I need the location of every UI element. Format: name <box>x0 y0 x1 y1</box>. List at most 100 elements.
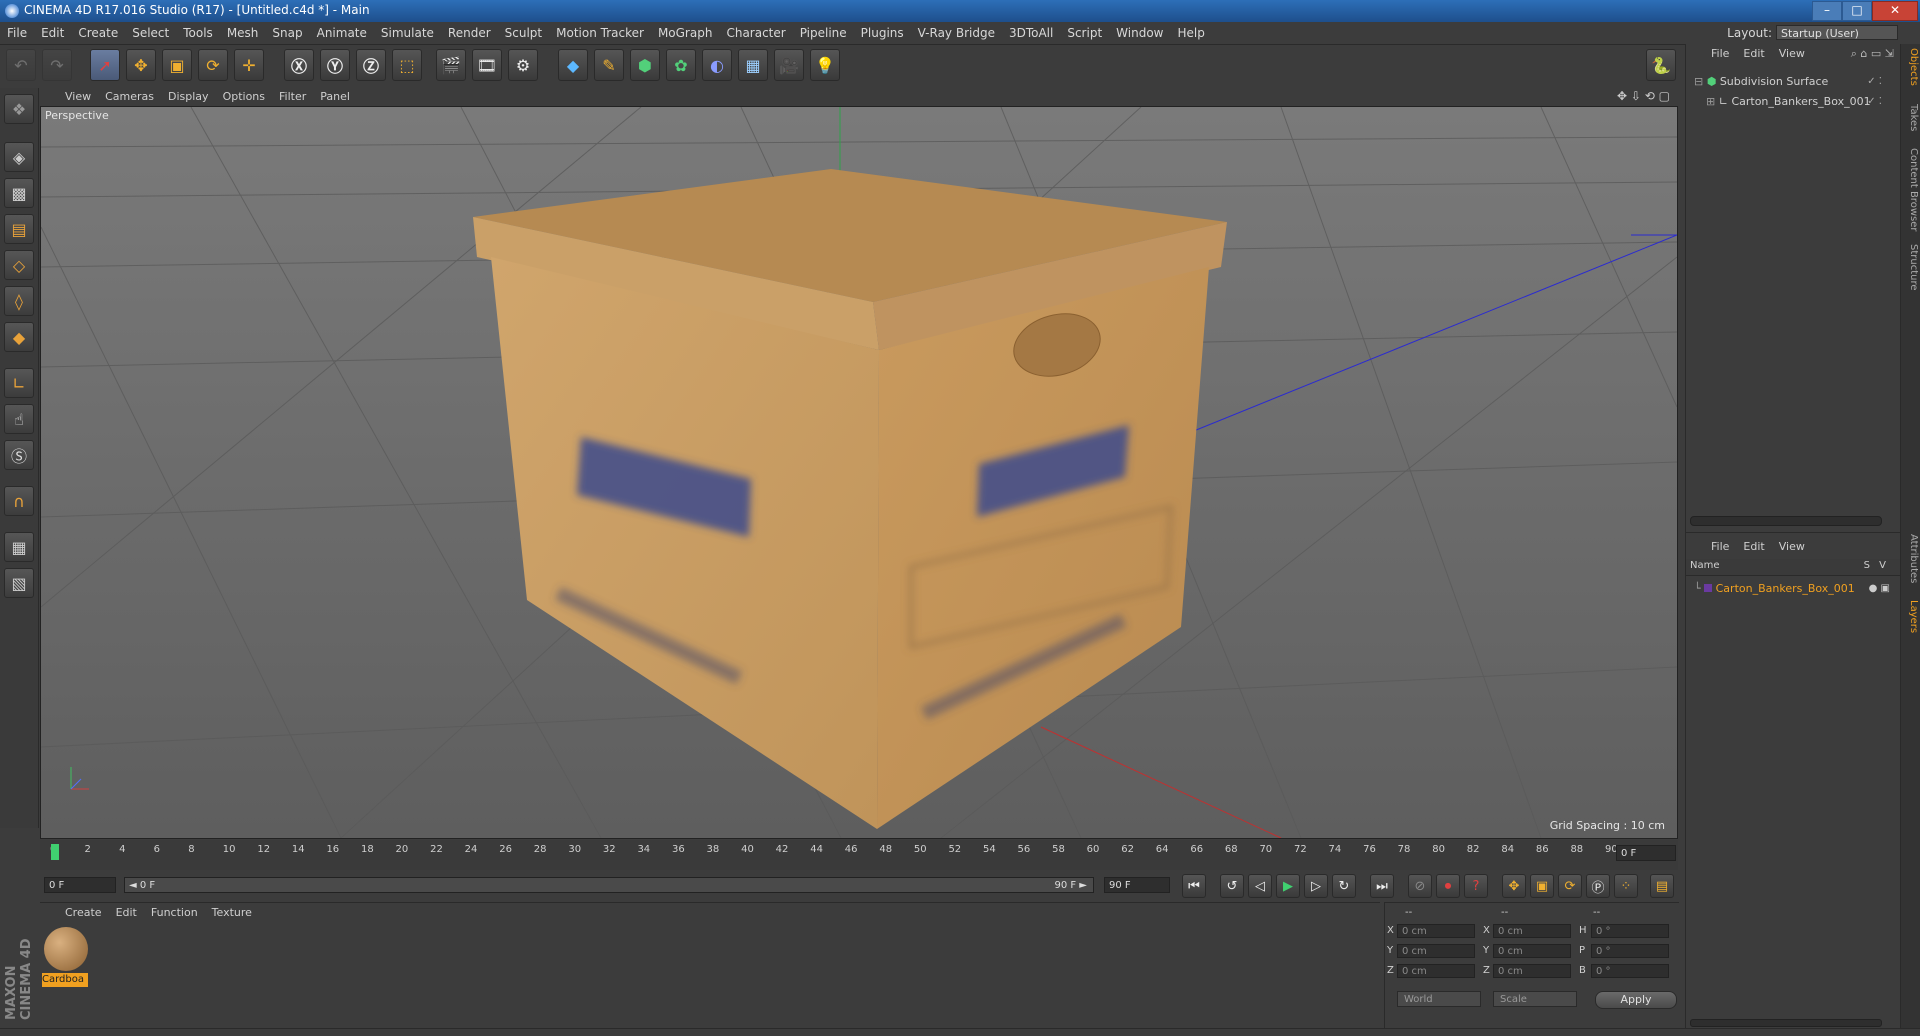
rotate-icon[interactable]: ⟳ <box>198 49 228 81</box>
previous-frame-icon[interactable]: ◁ <box>1248 874 1272 898</box>
menu-sculpt[interactable]: Sculpt <box>498 22 549 44</box>
tab-structure[interactable]: Structure <box>1903 244 1919 291</box>
layer-menu-view[interactable]: View <box>1772 537 1812 557</box>
record-keys-icon[interactable]: ⊘ <box>1408 874 1432 898</box>
rotation-p-field[interactable]: 0 ° <box>1591 944 1669 958</box>
menu-character[interactable]: Character <box>719 22 792 44</box>
python-icon[interactable]: 🐍 <box>1646 49 1676 81</box>
coordinate-mode-dropdown[interactable]: World <box>1397 991 1481 1007</box>
edges-mode-icon[interactable]: ◊ <box>4 286 34 316</box>
viewport-menu-panel[interactable]: Panel <box>313 88 357 106</box>
size-x-field[interactable]: 0 cm <box>1493 924 1571 938</box>
move-icon[interactable]: ✥ <box>126 49 156 81</box>
transform-icon[interactable]: ✛ <box>234 49 264 81</box>
next-frame-icon[interactable]: ▷ <box>1304 874 1328 898</box>
key-position-icon[interactable]: ✥ <box>1502 874 1526 898</box>
object-row-carton[interactable]: ⊞ ∟ Carton_Bankers_Box_001 <box>1706 94 1871 110</box>
object-menu-file[interactable]: File <box>1704 44 1736 64</box>
tab-content-browser[interactable]: Content Browser <box>1903 148 1919 231</box>
material-thumbnail[interactable] <box>44 927 88 971</box>
viewport-menu-cameras[interactable]: Cameras <box>98 88 161 106</box>
menu-snap[interactable]: Snap <box>265 22 309 44</box>
points-mode-icon[interactable]: ◇ <box>4 250 34 280</box>
menu-motion-tracker[interactable]: Motion Tracker <box>549 22 651 44</box>
object-menu-edit[interactable]: Edit <box>1736 44 1771 64</box>
tweak-mode-icon[interactable]: ☝ <box>4 404 34 434</box>
collapse-icon[interactable]: ⊟ <box>1694 75 1703 88</box>
solo-icon[interactable]: Ⓢ <box>4 440 34 470</box>
perspective-viewport[interactable]: Perspective Grid Spacing : 10 cm <box>40 106 1678 839</box>
workplane-mode-icon[interactable]: ▤ <box>4 214 34 244</box>
next-key-icon[interactable]: ↻ <box>1332 874 1356 898</box>
tab-takes[interactable]: Takes <box>1903 104 1919 131</box>
maximize-button[interactable]: □ <box>1842 1 1872 21</box>
position-y-field[interactable]: 0 cm <box>1397 944 1475 958</box>
object-menu-view[interactable]: View <box>1772 44 1812 64</box>
material-menu-create[interactable]: Create <box>58 903 109 923</box>
menu-mesh[interactable]: Mesh <box>220 22 266 44</box>
timeline-ruler[interactable]: 0246810121416182022242628303234363840424… <box>50 840 1618 866</box>
menu-render[interactable]: Render <box>441 22 498 44</box>
light-icon[interactable]: 💡 <box>810 49 840 81</box>
minimize-button[interactable]: – <box>1812 1 1842 21</box>
menu-edit[interactable]: Edit <box>34 22 71 44</box>
menu-file[interactable]: File <box>0 22 34 44</box>
start-frame-field[interactable]: 0 F <box>44 877 116 893</box>
menu-select[interactable]: Select <box>125 22 176 44</box>
texture-mode-icon[interactable]: ▩ <box>4 178 34 208</box>
layer-toggles[interactable]: ● ▣ <box>1869 583 1890 594</box>
material-menu-edit[interactable]: Edit <box>109 903 144 923</box>
undo-icon[interactable]: ↶ <box>6 49 36 81</box>
tab-layers[interactable]: Layers <box>1903 600 1919 633</box>
render-view-icon[interactable]: 🎬 <box>436 49 466 81</box>
position-x-field[interactable]: 0 cm <box>1397 924 1475 938</box>
size-y-field[interactable]: 0 cm <box>1493 944 1571 958</box>
layer-menu-edit[interactable]: Edit <box>1736 537 1771 557</box>
tab-objects[interactable]: Objects <box>1903 48 1919 86</box>
end-frame-field[interactable]: 90 F <box>1104 877 1170 893</box>
spline-pen-icon[interactable]: ✎ <box>594 49 624 81</box>
layer-color-swatch[interactable] <box>1704 584 1713 592</box>
camera-icon[interactable]: 🎥 <box>774 49 804 81</box>
menu-vray-bridge[interactable]: V-Ray Bridge <box>911 22 1002 44</box>
cloner-icon[interactable]: ✿ <box>666 49 696 81</box>
rotation-b-field[interactable]: 0 ° <box>1591 964 1669 978</box>
go-to-end-icon[interactable]: ⏭ <box>1370 874 1394 898</box>
key-rotation-icon[interactable]: ⟳ <box>1558 874 1582 898</box>
previous-key-icon[interactable]: ↺ <box>1220 874 1244 898</box>
planar-workplane-icon[interactable]: ▧ <box>4 568 34 598</box>
go-to-start-icon[interactable]: ⏮ <box>1182 874 1206 898</box>
key-parameter-icon[interactable]: Ⓟ <box>1586 874 1610 898</box>
scale-icon[interactable]: ▣ <box>162 49 192 81</box>
menu-window[interactable]: Window <box>1109 22 1170 44</box>
y-axis-lock-icon[interactable]: Ⓨ <box>320 49 350 81</box>
menu-animate[interactable]: Animate <box>310 22 374 44</box>
x-axis-lock-icon[interactable]: Ⓧ <box>284 49 314 81</box>
redo-icon[interactable]: ↷ <box>42 49 72 81</box>
autokey-icon[interactable]: ⏺ <box>1436 874 1460 898</box>
menu-simulate[interactable]: Simulate <box>374 22 441 44</box>
cube-icon[interactable]: ◆ <box>558 49 588 81</box>
transform-mode-dropdown[interactable]: Scale <box>1493 991 1577 1007</box>
timeline-playhead[interactable] <box>51 844 59 860</box>
live-selection-icon[interactable]: ➚ <box>90 49 120 81</box>
keyframe-selection-icon[interactable]: ? <box>1464 874 1488 898</box>
close-button[interactable]: ✕ <box>1872 1 1918 21</box>
object-manager-tools-icon[interactable]: ⌕ ⌂ ▭ ⇲ <box>1851 47 1894 61</box>
viewport-menu-filter[interactable]: Filter <box>272 88 313 106</box>
object-visibility-toggles[interactable]: ✓ ⁚ <box>1867 76 1882 87</box>
apply-button[interactable]: Apply <box>1595 991 1677 1009</box>
material-menu-texture[interactable]: Texture <box>205 903 259 923</box>
current-frame-field[interactable]: 0 F <box>1616 845 1676 861</box>
menu-tools[interactable]: Tools <box>176 22 220 44</box>
key-point-level-icon[interactable]: ⁘ <box>1614 874 1638 898</box>
render-settings-icon[interactable]: ⚙ <box>508 49 538 81</box>
viewport-menu-options[interactable]: Options <box>216 88 272 106</box>
z-axis-lock-icon[interactable]: Ⓩ <box>356 49 386 81</box>
menu-help[interactable]: Help <box>1170 22 1211 44</box>
snap-icon[interactable]: ∩ <box>4 486 34 516</box>
menu-script[interactable]: Script <box>1060 22 1109 44</box>
expand-icon[interactable]: ⊞ <box>1706 95 1715 108</box>
timeline-window-icon[interactable]: ▤ <box>1650 874 1674 898</box>
object-visibility-toggles[interactable]: ✓ ⁚ <box>1867 96 1882 107</box>
